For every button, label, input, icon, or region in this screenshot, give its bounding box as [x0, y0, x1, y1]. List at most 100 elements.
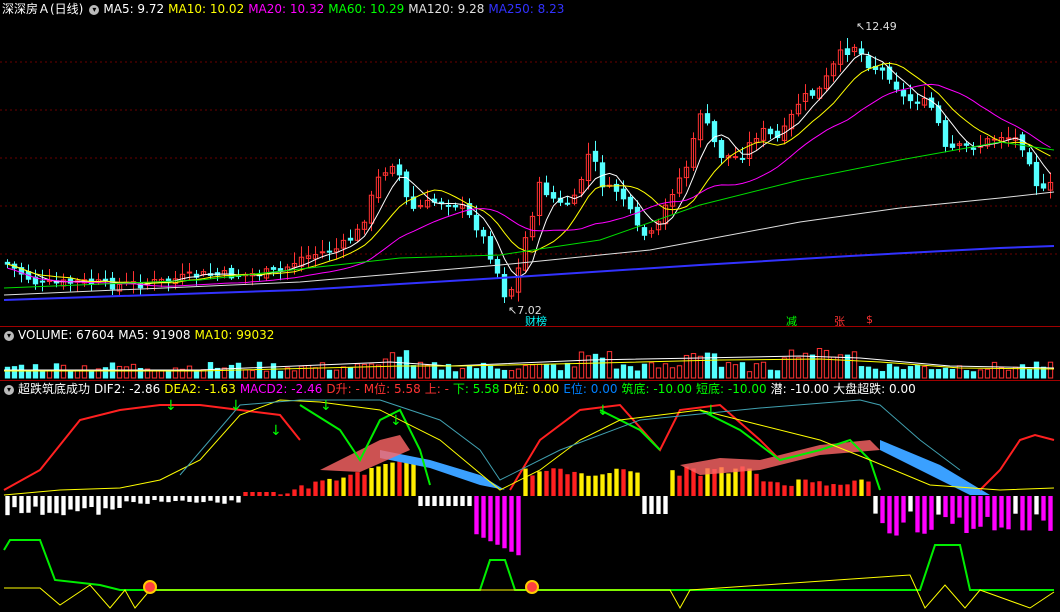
candle-body	[1040, 183, 1047, 189]
volume-bar	[438, 369, 445, 379]
macd-histogram-bar	[957, 496, 962, 518]
macd-histogram-bar	[369, 467, 374, 496]
volume-bar	[865, 366, 872, 379]
macd-histogram-bar	[649, 496, 654, 514]
volume-bar	[60, 364, 67, 379]
circle-down-icon[interactable]: ▾	[4, 384, 14, 395]
ma120-label: MA120: 9.28	[408, 2, 485, 16]
macd-histogram-bar	[579, 473, 584, 496]
macd-histogram-bar	[509, 496, 514, 552]
macd-histogram-bar	[810, 482, 815, 496]
macd-histogram-bar	[110, 496, 115, 510]
volume-bar	[935, 369, 942, 379]
volume-bar	[606, 351, 613, 379]
circle-down-icon[interactable]: ▾	[4, 330, 14, 341]
volume-bar	[627, 366, 634, 379]
candle-body	[592, 150, 599, 162]
volume-bar	[466, 365, 473, 379]
circle-down-icon[interactable]: ▾	[89, 4, 100, 15]
macd-histogram-bar	[978, 496, 983, 527]
vol-ma5-label: MA5: 91908	[118, 328, 191, 342]
macd-histogram-bar	[243, 492, 248, 496]
macd-histogram-bar	[47, 496, 52, 513]
macd-histogram-bar	[768, 481, 773, 496]
volume-bar	[487, 365, 494, 379]
volume-bar	[256, 361, 263, 379]
macd-histogram-bar	[306, 488, 311, 496]
macd-histogram-bar	[593, 475, 598, 496]
volume-bar	[872, 368, 879, 379]
event-marker-cai[interactable]: 财榜	[525, 313, 547, 326]
mwei-label: M位: 5.58	[363, 382, 421, 396]
volume-bar	[536, 363, 543, 379]
candle-body	[970, 147, 977, 150]
volume-bar	[543, 364, 550, 379]
indicator-panel[interactable]: ↓ ↓ ↓ ↓ ↓ ↓ ↓ ▾ 超跌筑底成功 DIF2: -2.86 DEA2: -1.63 MAC…	[0, 380, 1060, 612]
volume-bar	[928, 369, 935, 379]
macd-histogram-bar	[411, 462, 416, 496]
zhudi-label: 筑底: -10.00	[621, 382, 693, 396]
ma60-label: MA60: 10.29	[328, 2, 405, 16]
macd-histogram-bar	[908, 496, 913, 512]
volume-bar	[193, 371, 200, 379]
candlestick-chart[interactable]	[0, 0, 1060, 326]
macd-histogram-bar	[145, 496, 150, 504]
volume-bar	[907, 366, 914, 379]
macd-histogram-bar	[481, 496, 486, 538]
macd-histogram-bar	[313, 481, 318, 496]
indicator-chart[interactable]: ↓ ↓ ↓ ↓ ↓ ↓ ↓	[0, 380, 1060, 612]
volume-bar	[473, 368, 480, 379]
signal-ball-icon	[143, 580, 157, 594]
macd-histogram-bar	[40, 496, 45, 515]
candle-body	[39, 280, 46, 283]
candle-body	[949, 143, 956, 148]
volume-bar	[732, 364, 739, 379]
macd-histogram-bar	[432, 496, 437, 506]
macd-histogram-bar	[1041, 496, 1046, 521]
macd-histogram-bar	[131, 496, 136, 503]
ma20-label: MA20: 10.32	[248, 2, 325, 16]
macd2-label: MACD2: -2.46	[239, 382, 323, 396]
candle-body	[403, 171, 410, 198]
trend-line-red	[3, 404, 301, 491]
macd-histogram-bar	[824, 485, 829, 496]
macd-histogram-bar	[530, 475, 535, 496]
candle-body	[914, 101, 921, 104]
macd-histogram-bar	[320, 480, 325, 496]
ma60-line	[3, 141, 1055, 289]
macd-histogram-bar	[5, 496, 10, 516]
volume-bar	[151, 370, 158, 379]
event-marker-zhang[interactable]: 张	[834, 313, 845, 326]
volume-bar	[452, 371, 459, 379]
candle-body	[1033, 161, 1040, 187]
volume-bar	[4, 366, 11, 379]
macd-histogram-bar	[173, 496, 178, 501]
macd-histogram-bar	[887, 496, 892, 534]
xia-label: 下: 5.58	[452, 382, 500, 396]
volume-bar	[984, 368, 991, 379]
price-panel[interactable]: 深深房Ａ(日线) ▾ MA5: 9.72 MA10: 10.02 MA20: 10.32…	[0, 0, 1060, 326]
event-marker-dollar[interactable]: $	[866, 313, 873, 326]
macd-histogram-bar	[915, 496, 920, 533]
candle-body	[543, 182, 550, 196]
event-marker-jian[interactable]: 减	[786, 313, 797, 326]
volume-bar	[914, 364, 921, 379]
candle-body	[858, 48, 865, 55]
volume-bar	[1019, 364, 1026, 379]
macd-histogram-bar	[61, 496, 66, 516]
volume-bar	[753, 363, 760, 379]
volume-bar	[410, 365, 417, 379]
trend-line-red	[979, 433, 1055, 491]
macd-histogram-bar	[362, 474, 367, 496]
volume-bar	[844, 354, 851, 379]
macd-histogram-bar	[663, 496, 668, 514]
down-arrow-icon: ↓	[597, 403, 609, 419]
candle-body	[627, 196, 634, 210]
macd-histogram-bar	[502, 496, 507, 549]
price-legend: 深深房Ａ(日线) ▾ MA5: 9.72 MA10: 10.02 MA20: 10.32…	[0, 0, 568, 18]
volume-bar	[291, 370, 298, 379]
dif2-label: DIF2: -2.86	[94, 382, 161, 396]
volume-panel[interactable]: ▾ VOLUME: 67604 MA5: 91908 MA10: 99032	[0, 326, 1060, 380]
candle-body	[844, 48, 851, 55]
macd-histogram-bar	[257, 492, 262, 496]
